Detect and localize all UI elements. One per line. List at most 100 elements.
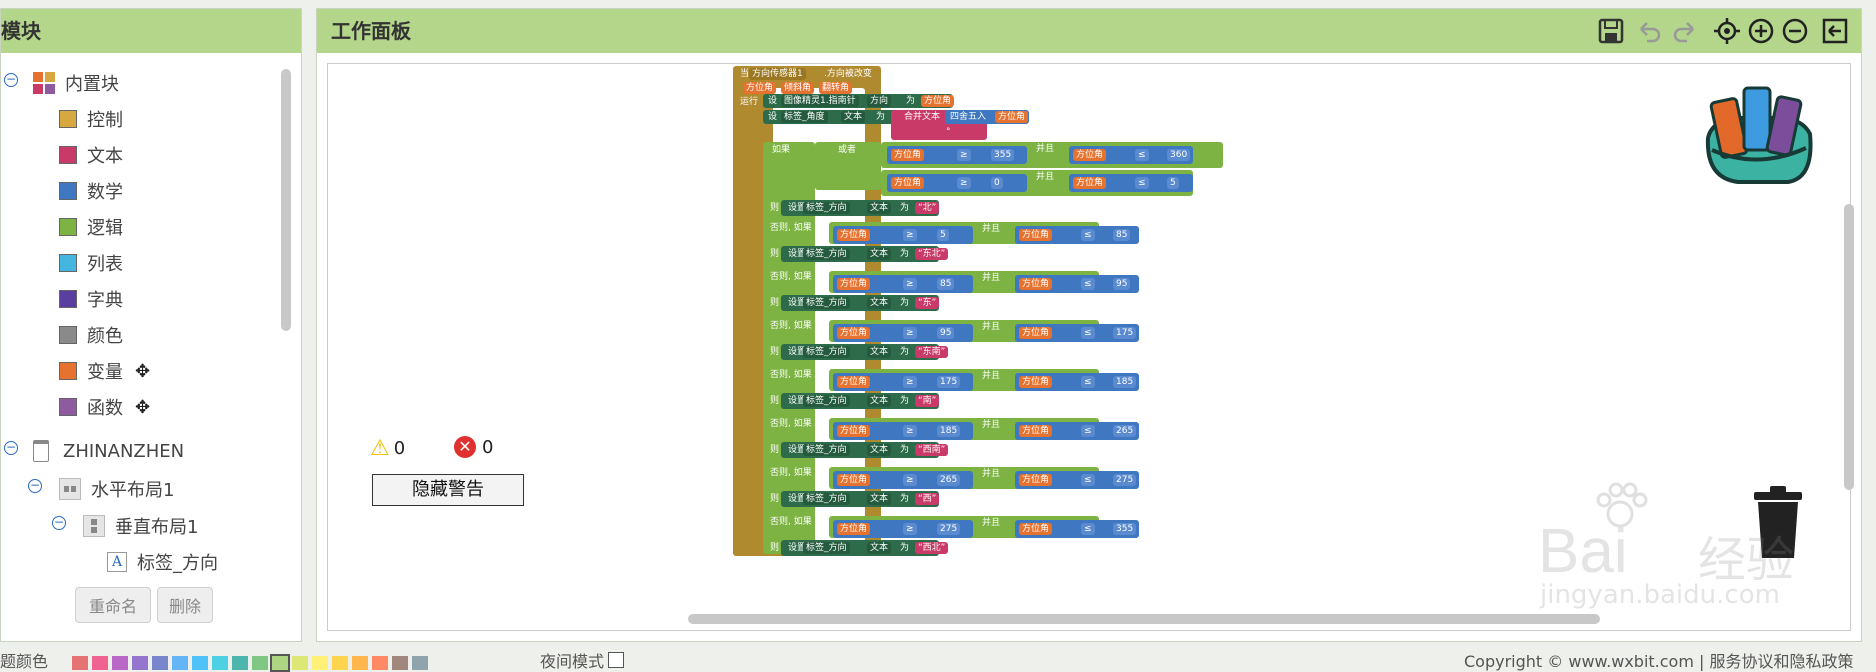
compare-op: ≥ [903, 425, 917, 437]
compare-op: ≤ [1081, 229, 1095, 241]
builtin-collapse-toggle[interactable]: − [4, 73, 18, 87]
workspace-panel: 工作面板 当方向传感器1 .方向被改变 方位角 倾斜角 翻转角 运行 设 图像精… [316, 8, 1862, 642]
number-value: 95 [937, 327, 955, 339]
errors-indicator[interactable]: ✕ 0 [454, 436, 493, 458]
elseif-label: 否则, 如果 [770, 223, 812, 233]
and-label: 并且 [982, 224, 1001, 234]
tree-item-label: 内置块 [65, 74, 119, 95]
category-label: 字典 [87, 290, 123, 311]
compare-op: ≥ [957, 177, 971, 189]
hide-warnings-button[interactable]: 隐藏警告 [372, 474, 524, 506]
to-keyword: 为 [900, 249, 910, 259]
save-icon[interactable] [1597, 17, 1625, 45]
category-1[interactable]: 文本 [59, 137, 123, 173]
warnings-indicator[interactable]: ⚠ 0 [370, 436, 405, 461]
workspace-horizontal-scrollbar[interactable] [688, 614, 1600, 624]
category-color-swatch [59, 182, 77, 200]
rename-button[interactable]: 重命名 [75, 587, 151, 623]
set-component: 标签_方向 [803, 395, 850, 407]
redo-icon[interactable] [1671, 17, 1699, 45]
var-getter: 方位角 [1019, 523, 1053, 535]
and-label: 并且 [982, 371, 1001, 381]
category-0[interactable]: 控制 [59, 101, 123, 137]
number-value: 175 [937, 376, 961, 388]
category-7[interactable]: 变量 ✥ [59, 353, 150, 389]
night-mode-toggle[interactable]: 夜间模式 [540, 648, 625, 672]
var-getter: 方位角 [1073, 149, 1107, 161]
set-component: 标签_方向 [803, 248, 850, 260]
theme-color-label: 题颜色 [0, 652, 49, 671]
elseif-label: 否则, 如果 [770, 370, 812, 380]
category-5[interactable]: 字典 [59, 281, 123, 317]
event-param: 方位角 [743, 82, 777, 94]
category-label: 函数 [87, 398, 123, 419]
category-label: 颜色 [87, 326, 123, 347]
var-getter: 方位角 [1019, 376, 1053, 388]
and-label: 并且 [1036, 144, 1055, 154]
join-label: 合并文本 [904, 112, 941, 122]
tree-item-vlayout[interactable]: 垂直布局1 [83, 508, 198, 544]
category-3[interactable]: 逻辑 [59, 209, 123, 245]
project-collapse-toggle[interactable]: − [4, 441, 18, 455]
hlayout-collapse-toggle[interactable]: − [28, 479, 42, 493]
workspace-title: 工作面板 [331, 19, 411, 43]
blocks-panel-title: 模块 [1, 9, 301, 53]
number-value: 355 [1113, 523, 1137, 535]
category-4[interactable]: 列表 [59, 245, 123, 281]
tree-item-builtin[interactable]: 内置块 [33, 65, 119, 101]
category-6[interactable]: 颜色 [59, 317, 123, 353]
category-2[interactable]: 数学 [59, 173, 123, 209]
direction-text: “东南” [915, 346, 949, 358]
run-label: 运行 [740, 97, 759, 107]
night-mode-checkbox[interactable] [608, 652, 625, 668]
tree-item-label: ZHINANZHEN [63, 440, 185, 462]
compare-op: ≤ [1081, 523, 1095, 535]
gear-icon[interactable]: ✥ [135, 361, 150, 382]
elseif-label: 否则, 如果 [770, 419, 812, 429]
elseif-label: 否则, 如果 [770, 517, 812, 527]
tree-item-label-direction[interactable]: A 标签_方向 [107, 544, 218, 580]
set-property: 文本 [867, 542, 892, 554]
copyright: Copyright © www.wxbit.com | 服务协议和隐私政策 [1464, 652, 1854, 671]
to-keyword: 为 [876, 112, 886, 122]
compare-op: ≥ [957, 149, 971, 161]
zoom-out-icon[interactable] [1781, 17, 1809, 45]
vlayout-collapse-toggle[interactable]: − [52, 516, 66, 530]
tree-item-hlayout[interactable]: 水平布局1 [59, 471, 174, 507]
watermark-brand: Bai [1538, 517, 1628, 586]
and-label: 并且 [982, 273, 1001, 283]
night-mode-label: 夜间模式 [540, 652, 605, 671]
target-icon[interactable] [1713, 17, 1741, 45]
tree-item-screen[interactable]: ZHINANZHEN [33, 433, 184, 469]
var-getter: 方位角 [891, 177, 925, 189]
set-component: 标签_方向 [803, 346, 850, 358]
number-value: 175 [1113, 327, 1137, 339]
var-getter: 方位角 [995, 111, 1029, 123]
round-label: 四舍五入 [950, 112, 987, 122]
tree-scrollbar[interactable] [281, 69, 291, 331]
undo-icon[interactable] [1635, 17, 1663, 45]
set-component: 标签_方向 [803, 297, 850, 309]
elseif-label: 否则, 如果 [770, 272, 812, 282]
direction-text: “西北” [915, 542, 949, 554]
elseif-label: 否则, 如果 [770, 321, 812, 331]
to-keyword: 为 [900, 347, 910, 357]
warnings-count: 0 [393, 438, 406, 459]
baidu-watermark: Bai 经验 jingyan.baidu.com [1538, 482, 1858, 610]
category-8[interactable]: 函数 ✥ [59, 389, 150, 425]
number-value: 265 [937, 474, 961, 486]
category-color-swatch [59, 326, 77, 344]
gear-icon[interactable]: ✥ [135, 397, 150, 418]
set-property: 方向 [867, 95, 892, 107]
event-param: 倾斜角 [781, 82, 815, 94]
compare-op: ≤ [1081, 278, 1095, 290]
delete-button[interactable]: 删除 [157, 587, 213, 623]
blocks-workspace[interactable]: 当方向传感器1 .方向被改变 方位角 倾斜角 翻转角 运行设图像精灵1.指南针 方向为方位角… [327, 63, 1854, 631]
number-value: 360 [1167, 149, 1191, 161]
number-value: 185 [937, 425, 961, 437]
compare-op: ≤ [1135, 149, 1149, 161]
exit-icon[interactable] [1821, 17, 1849, 45]
workspace-vertical-scrollbar[interactable] [1844, 204, 1854, 490]
zoom-in-icon[interactable] [1747, 17, 1775, 45]
backpack-icon[interactable] [1698, 78, 1818, 186]
